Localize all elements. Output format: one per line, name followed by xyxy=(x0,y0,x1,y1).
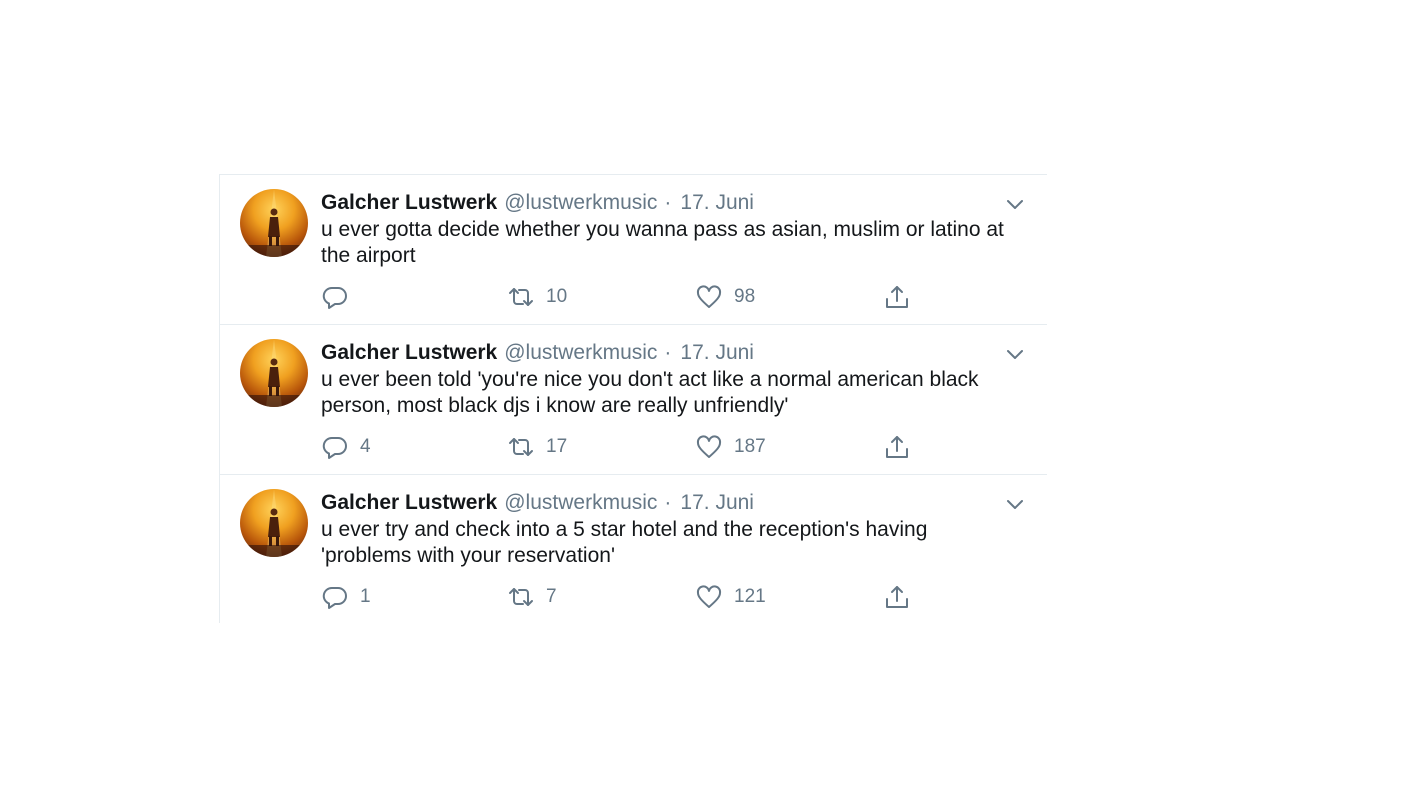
heart-icon xyxy=(695,283,723,311)
retweet-count: 10 xyxy=(546,286,568,307)
tweet-timeline: Galcher Lustwerk @lustwerkmusic · 17. Ju… xyxy=(219,174,1047,623)
retweet-button[interactable]: 17 xyxy=(507,433,567,461)
chevron-down-icon[interactable] xyxy=(1003,494,1027,514)
tweet-text: u ever been told 'you're nice you don't … xyxy=(321,368,979,417)
share-button[interactable] xyxy=(883,283,911,311)
share-upload-icon xyxy=(883,433,911,461)
tweet-text: u ever gotta decide whether you wanna pa… xyxy=(321,218,1004,267)
like-count: 121 xyxy=(734,586,766,607)
speech-bubble-icon xyxy=(321,283,349,311)
heart-icon xyxy=(695,433,723,461)
tweet-actions: 1 7 121 xyxy=(321,583,921,611)
tweet-text: u ever try and check into a 5 star hotel… xyxy=(321,518,928,567)
tweet-date[interactable]: 17. Juni xyxy=(680,191,754,215)
heart-icon xyxy=(695,583,723,611)
speech-bubble-icon xyxy=(321,583,349,611)
like-count: 98 xyxy=(734,286,756,307)
retweet-count: 17 xyxy=(546,436,568,457)
separator-dot: · xyxy=(664,191,672,214)
tweet[interactable]: Galcher Lustwerk @lustwerkmusic · 17. Ju… xyxy=(220,325,1047,475)
like-button[interactable]: 98 xyxy=(695,283,755,311)
speech-bubble-icon xyxy=(321,433,349,461)
tweet-header: Galcher Lustwerk @lustwerkmusic · 17. Ju… xyxy=(321,339,754,367)
author-name[interactable]: Galcher Lustwerk xyxy=(321,191,497,215)
avatar[interactable] xyxy=(240,489,308,557)
avatar-image xyxy=(240,189,308,257)
tweet-date[interactable]: 17. Juni xyxy=(680,491,754,515)
reply-button[interactable]: 1 xyxy=(321,583,371,611)
retweet-button[interactable]: 7 xyxy=(507,583,557,611)
author-name[interactable]: Galcher Lustwerk xyxy=(321,491,497,515)
separator-dot: · xyxy=(664,341,672,364)
like-button[interactable]: 187 xyxy=(695,433,766,461)
tweet[interactable]: Galcher Lustwerk @lustwerkmusic · 17. Ju… xyxy=(220,475,1047,623)
share-upload-icon xyxy=(883,583,911,611)
retweet-arrows-icon xyxy=(507,433,535,461)
tweet-header: Galcher Lustwerk @lustwerkmusic · 17. Ju… xyxy=(321,189,754,217)
reply-button[interactable] xyxy=(321,283,360,311)
retweet-count: 7 xyxy=(546,586,557,607)
tweet-actions: 4 17 187 xyxy=(321,433,921,461)
share-button[interactable] xyxy=(883,583,911,611)
retweet-arrows-icon xyxy=(507,283,535,311)
author-handle[interactable]: @lustwerkmusic xyxy=(504,191,657,215)
tweet-actions: 10 98 xyxy=(321,283,921,311)
like-count: 187 xyxy=(734,436,766,457)
retweet-button[interactable]: 10 xyxy=(507,283,567,311)
chevron-down-icon[interactable] xyxy=(1003,194,1027,214)
avatar[interactable] xyxy=(240,189,308,257)
retweet-arrows-icon xyxy=(507,583,535,611)
like-button[interactable]: 121 xyxy=(695,583,766,611)
reply-button[interactable]: 4 xyxy=(321,433,371,461)
reply-count: 1 xyxy=(360,586,371,607)
share-upload-icon xyxy=(883,283,911,311)
author-handle[interactable]: @lustwerkmusic xyxy=(504,341,657,365)
author-name[interactable]: Galcher Lustwerk xyxy=(321,341,497,365)
tweet-date[interactable]: 17. Juni xyxy=(680,341,754,365)
reply-count: 4 xyxy=(360,436,371,457)
avatar[interactable] xyxy=(240,339,308,407)
chevron-down-icon[interactable] xyxy=(1003,344,1027,364)
share-button[interactable] xyxy=(883,433,911,461)
avatar-image xyxy=(240,339,308,407)
tweet-header: Galcher Lustwerk @lustwerkmusic · 17. Ju… xyxy=(321,489,754,517)
separator-dot: · xyxy=(664,491,672,514)
avatar-image xyxy=(240,489,308,557)
author-handle[interactable]: @lustwerkmusic xyxy=(504,491,657,515)
tweet[interactable]: Galcher Lustwerk @lustwerkmusic · 17. Ju… xyxy=(220,175,1047,325)
